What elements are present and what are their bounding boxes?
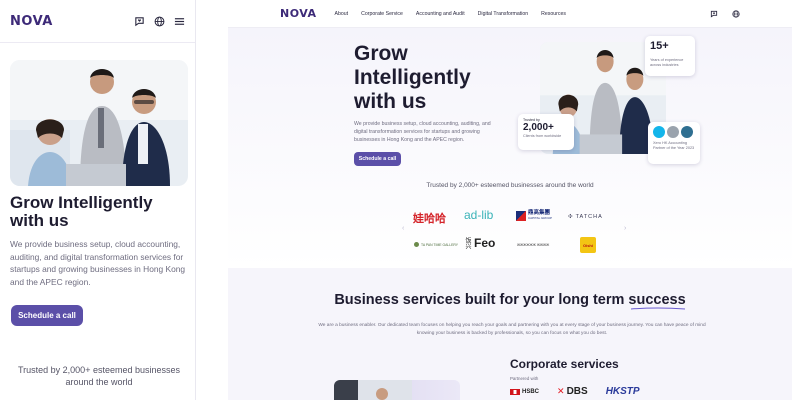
hero-section: Grow Intelligently with us We provide bu…	[228, 28, 792, 268]
experience-number: 15+	[650, 40, 669, 52]
hsbc-name: HSBC	[522, 388, 540, 395]
feo-name: Feo	[474, 236, 496, 250]
client-logo-feo: 饭兴 Feo	[463, 236, 495, 250]
ta-pan-icon	[414, 242, 419, 247]
client-logo-yellow: Oishi	[580, 237, 596, 253]
screenshot-root: NOVA Grow Intelligently with us We provi…	[0, 0, 792, 400]
tatcha-icon: ✣	[568, 214, 574, 220]
globe-icon[interactable]	[732, 9, 740, 18]
top-nav: NOVA About Corporate Service Accounting …	[228, 0, 792, 28]
dbs-name: DBS	[566, 386, 588, 397]
clients-stat-card: Trusted by 2,000+ Clients from worldwide	[518, 114, 574, 150]
client-logo-capital-group: 鼎高集團 CAPITAL GROUP	[516, 210, 553, 221]
partner-hkstp: HKSTP	[605, 386, 640, 397]
award-card: Xero HK Accounting Partner of the Year 2…	[648, 122, 700, 164]
client-logo-small: ЖЖЖЖЖЖ ЖЖЖЖ	[517, 243, 550, 247]
hero-description: We provide business setup, cloud account…	[354, 121, 491, 143]
carousel-next-icon[interactable]: ›	[624, 225, 626, 232]
client-logo-adlib: ad-lib	[464, 208, 494, 222]
experience-stat-card: 15+ Years of experience across industrie…	[645, 36, 695, 76]
nav-about[interactable]: About	[335, 11, 349, 17]
logo[interactable]: NOVA	[280, 7, 317, 20]
ta-pan-name: TA PAN TIME GALLERY	[421, 242, 459, 247]
schedule-call-button[interactable]: Schedule a call	[354, 152, 401, 166]
nav-corporate-service[interactable]: Corporate Service	[361, 11, 403, 17]
menu-icon[interactable]	[174, 16, 185, 27]
partnered-with-label: Partnered with	[510, 376, 539, 381]
mobile-header-icons	[134, 16, 185, 27]
partner-dbs: ✕ DBS	[557, 386, 588, 397]
mobile-view: NOVA Grow Intelligently with us We provi…	[0, 0, 196, 400]
chat-heart-icon[interactable]	[134, 16, 145, 27]
service-image	[334, 380, 412, 400]
award-badge-icon	[667, 126, 679, 138]
hero-title: Grow Intelligently with us	[354, 42, 471, 113]
services-title: Business services built for your long te…	[334, 292, 686, 308]
mobile-header: NOVA	[0, 0, 195, 43]
award-badges	[653, 126, 695, 138]
capital-group-icon	[516, 211, 526, 221]
feo-cn: 饭兴	[464, 237, 470, 249]
capital-group-sub: CAPITAL GROUP	[528, 216, 553, 220]
partner-hsbc: HSBC	[510, 388, 540, 395]
schedule-call-button[interactable]: Schedule a call	[11, 305, 83, 326]
experience-label: Years of experience across industries	[650, 58, 684, 67]
title-underline	[630, 307, 686, 310]
nav-links: About Corporate Service Accounting and A…	[335, 11, 566, 17]
hero-image	[10, 60, 188, 186]
clients-number: 2,000+	[523, 122, 554, 133]
client-logo-wahaha: 娃哈哈	[413, 213, 446, 225]
nav-accounting-audit[interactable]: Accounting and Audit	[416, 11, 465, 17]
partner-logos: HSBC ✕ DBS HKSTP	[510, 386, 640, 397]
chat-heart-icon[interactable]	[710, 10, 718, 18]
scrollbar[interactable]	[195, 3, 196, 13]
globe-icon[interactable]	[154, 16, 165, 27]
nav-right-icons	[710, 9, 740, 18]
nav-resources[interactable]: Resources	[541, 11, 566, 17]
hero-description: We provide business setup, cloud account…	[10, 239, 186, 287]
corporate-services-title: Corporate services	[510, 357, 619, 371]
trusted-text: Trusted by 2,000+ esteemed businesses ar…	[426, 182, 594, 189]
carousel-prev-icon[interactable]: ‹	[402, 225, 404, 232]
desktop-view: NOVA About Corporate Service Accounting …	[228, 0, 792, 400]
trusted-text: Trusted by 2,000+ esteemed businesses ar…	[17, 365, 180, 387]
clients-label: Clients from worldwide	[523, 134, 562, 138]
logo[interactable]: NOVA	[10, 14, 53, 29]
client-logo-ta-pan: TA PAN TIME GALLERY	[414, 242, 458, 247]
tatcha-name: TATCHA	[575, 214, 603, 220]
services-description: We are a business enabler. Our dedicated…	[318, 323, 706, 336]
xero-badge-icon	[653, 126, 665, 138]
hero-title: Grow Intelligently with us	[10, 193, 153, 230]
hsbc-icon	[510, 388, 520, 395]
dbs-icon: ✕	[557, 386, 565, 396]
nav-digital-transformation[interactable]: Digital Transformation	[478, 11, 528, 17]
award-label: Xero HK Accounting Partner of the Year 2…	[653, 141, 695, 150]
services-section: Business services built for your long te…	[228, 268, 792, 400]
client-logo-tatcha: ✣ TATCHA	[568, 214, 603, 220]
award-badge-icon	[681, 126, 693, 138]
